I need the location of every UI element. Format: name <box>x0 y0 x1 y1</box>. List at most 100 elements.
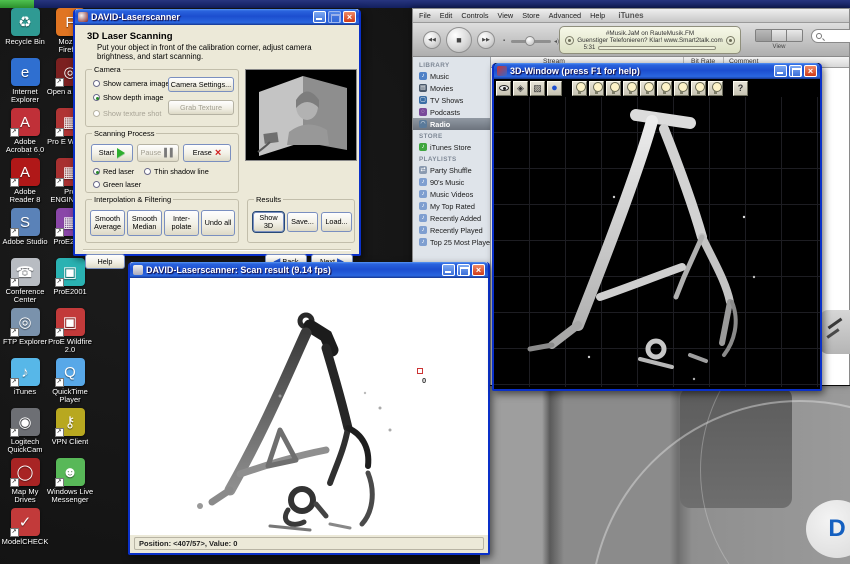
pen-tool-button[interactable]: ◈ <box>513 80 528 96</box>
sidebar-item[interactable]: ♪ My Top Rated <box>413 200 490 212</box>
sidebar-item[interactable]: ♪ Recently Played <box>413 224 490 236</box>
globe-tool-button[interactable]: ● <box>547 80 562 96</box>
light-toggle-button[interactable] <box>708 80 723 96</box>
radio-show-depth-image[interactable]: Show depth image <box>93 93 163 102</box>
desktop-icon[interactable]: ⚷ ↗ VPN Client <box>46 408 94 458</box>
desktop-icon[interactable]: ◎ ↗ FTP Explorer <box>1 308 49 358</box>
show-3d-button[interactable]: Show 3D <box>252 211 285 233</box>
light-toggle-button[interactable] <box>657 80 672 96</box>
itunes-titlebar[interactable]: iTunes File Edit Controls View Store Advanced… <box>413 9 849 23</box>
light-toggle-button[interactable] <box>674 80 689 96</box>
light-toggle-button[interactable] <box>623 80 638 96</box>
menu-item[interactable]: File <box>419 11 431 20</box>
stop-icon: ■ <box>456 35 462 45</box>
load-button[interactable]: Load... <box>321 212 352 232</box>
desktop-icon[interactable]: S ↗ Adobe Studio <box>1 208 49 258</box>
close-button[interactable]: × <box>472 264 485 276</box>
undo-all-button[interactable]: Undo all <box>201 210 235 236</box>
help-button[interactable]: Help <box>85 254 125 269</box>
light-toggle-button[interactable] <box>640 80 655 96</box>
view-list-button[interactable] <box>756 30 772 41</box>
volume-slider-knob[interactable] <box>525 36 535 46</box>
eye-view-tool-button[interactable] <box>496 80 511 96</box>
save-button[interactable]: Save... <box>287 212 318 232</box>
desktop-icon[interactable]: ✓ ↗ ModelCHECK <box>1 508 49 558</box>
desktop-icon[interactable]: ◯ ↗ Map My Drives <box>1 458 49 508</box>
erase-button[interactable]: Erase × <box>183 144 231 162</box>
pause-button[interactable]: Pause ▌▌ <box>137 144 179 162</box>
paint-tool-button[interactable]: ▨ <box>530 80 545 96</box>
3d-window-titlebar[interactable]: 3D-Window (press F1 for help) × <box>494 63 820 79</box>
maximize-button[interactable] <box>328 11 341 23</box>
sidebar-item[interactable]: ♪ iTunes Store <box>413 141 490 153</box>
radio-green-laser[interactable]: Green laser <box>93 180 141 189</box>
smooth-average-button[interactable]: Smooth Average <box>90 210 125 236</box>
desktop-icon[interactable]: ☻ ↗ Windows Live Messenger <box>46 458 94 508</box>
desktop-icon[interactable]: A ↗ Adobe Acrobat 6.0 Standard <box>1 108 49 158</box>
light-toggle-button[interactable] <box>572 80 587 96</box>
sidebar-item[interactable]: ♪ Music <box>413 70 490 82</box>
scan-position-readout: Position: <407/57>, Value: 0 <box>134 536 484 550</box>
view-coverflow-button[interactable] <box>787 30 802 41</box>
minimize-button[interactable] <box>442 264 455 276</box>
sidebar-item[interactable]: ◠ Radio <box>413 118 490 130</box>
desktop-icon[interactable]: ▣ ↗ ProE Wildfire 2.0 <box>46 308 94 358</box>
lcd-right-button[interactable] <box>726 36 735 45</box>
3d-viewport[interactable] <box>494 97 820 387</box>
dialog-titlebar[interactable]: DAVID-Laserscanner × <box>75 9 359 25</box>
search-box[interactable] <box>811 29 850 43</box>
menu-item[interactable]: Store <box>522 11 539 20</box>
sidebar-item[interactable]: ♪ Top 25 Most Played <box>413 236 490 248</box>
menu-item[interactable]: Advanced <box>549 11 581 20</box>
help-tool-button[interactable]: ? <box>733 80 748 96</box>
sidebar-item[interactable]: ◌ Podcasts <box>413 106 490 118</box>
desktop-icon[interactable]: ◉ ↗ Logitech QuickCam <box>1 408 49 458</box>
radio-show-texture-shot[interactable]: Show texture shot <box>93 109 161 118</box>
light-toggle-button[interactable] <box>606 80 621 96</box>
radio-red-laser[interactable]: Red laser <box>93 167 134 176</box>
maximize-button[interactable] <box>789 65 802 77</box>
menu-item[interactable]: Edit <box>440 11 453 20</box>
minimize-button[interactable] <box>774 65 787 77</box>
sidebar-item[interactable]: ♪ Recently Added <box>413 212 490 224</box>
radio-thin-shadow-line[interactable]: Thin shadow line <box>144 167 209 176</box>
desktop-icon[interactable]: ♪ ↗ iTunes <box>1 358 49 408</box>
desktop-icon[interactable]: Q ↗ QuickTime Player <box>46 358 94 408</box>
sidebar-item[interactable]: ♪ 90's Music <box>413 176 490 188</box>
rewind-button[interactable]: ◀◀ <box>423 31 441 49</box>
camera-settings-button[interactable]: Camera Settings... <box>168 77 234 92</box>
light-toggle-button[interactable] <box>589 80 604 96</box>
light-toggle-button[interactable] <box>691 80 706 96</box>
menu-item[interactable]: Controls <box>461 11 488 20</box>
lcd-progress-bar[interactable] <box>598 45 717 50</box>
close-button[interactable]: × <box>804 65 817 77</box>
desktop-icon[interactable]: ♻ ↗ Recycle Bin <box>1 8 49 58</box>
desktop-icon[interactable]: ☎ ↗ Conference Center <box>1 258 49 308</box>
grab-texture-button[interactable]: Grab Texture <box>168 100 234 115</box>
menu-item[interactable]: Help <box>590 11 605 20</box>
desktop-icon[interactable]: e ↗ Internet Explorer <box>1 58 49 108</box>
sidebar-item[interactable]: ▢ TV Shows <box>413 94 490 106</box>
radio-show-camera-image[interactable]: Show camera image <box>93 79 170 88</box>
scan-result-canvas[interactable]: 0 <box>130 278 488 535</box>
maximize-button[interactable] <box>457 264 470 276</box>
shortcut-arrow-icon: ↗ <box>9 478 19 487</box>
menu-item[interactable]: View <box>498 11 514 20</box>
stop-button[interactable]: ■ <box>446 27 472 53</box>
desktop-icon-image: ☎ ↗ <box>9 258 40 287</box>
forward-button[interactable]: ▶▶ <box>477 31 495 49</box>
sidebar-item[interactable]: ⇄ Party Shuffle <box>413 164 490 176</box>
sidebar-item[interactable]: ♪ Music Videos <box>413 188 490 200</box>
desktop-icon-image: A ↗ <box>9 108 40 137</box>
minimize-button[interactable] <box>313 11 326 23</box>
close-button[interactable]: × <box>343 11 356 23</box>
sidebar-item[interactable]: ▤ Movies <box>413 82 490 94</box>
interpolate-button[interactable]: Inter- polate <box>164 210 199 236</box>
view-grouped-button[interactable] <box>771 30 788 41</box>
lcd-left-button[interactable] <box>565 36 574 45</box>
desktop-icon-image: S ↗ <box>9 208 40 237</box>
start-button[interactable]: Start <box>91 144 133 162</box>
scan-window-titlebar[interactable]: DAVID-Laserscanner: Scan result (9.14 fp… <box>130 262 488 278</box>
smooth-median-button[interactable]: Smooth Median <box>127 210 162 236</box>
desktop-icon[interactable]: A ↗ Adobe Reader 8 <box>1 158 49 208</box>
